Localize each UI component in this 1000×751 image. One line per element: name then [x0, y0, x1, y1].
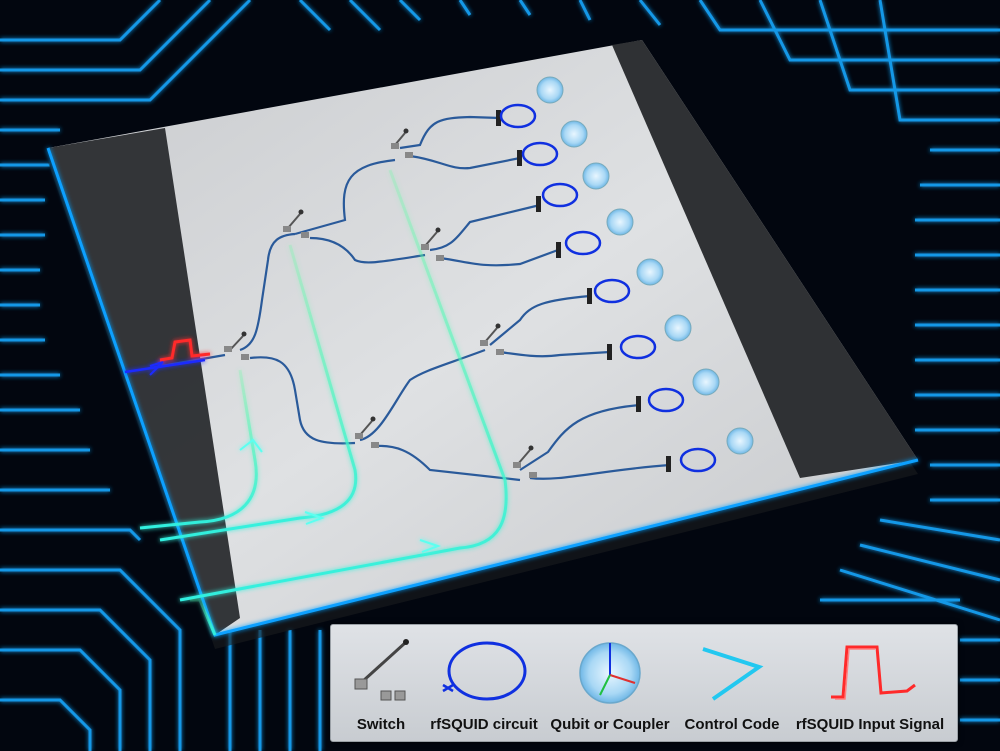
legend-item-qubit: Qubit or Coupler [545, 625, 675, 741]
legend-item-rfsquid: rfSQUID circuit [419, 625, 549, 741]
qubit-coupler-icon [579, 642, 641, 704]
qubit [664, 314, 692, 342]
control-code-icon [702, 647, 764, 701]
input-signal-icon [831, 645, 916, 700]
qubit [536, 76, 564, 104]
rfsquid-circuit-icon [442, 641, 527, 701]
qubit [582, 162, 610, 190]
qubit [606, 208, 634, 236]
legend-item-input: rfSQUID Input Signal [787, 625, 953, 741]
qubit [726, 427, 754, 455]
legend-label-qubit: Qubit or Coupler [550, 716, 670, 733]
qubit [560, 120, 588, 148]
legend-label-switch: Switch [356, 716, 406, 733]
qubit [692, 368, 720, 396]
legend-panel: Switch rfSQUID circuit Qubit or Coupler … [330, 624, 958, 742]
legend-item-control: Control Code [671, 625, 793, 741]
legend-label-input: rfSQUID Input Signal [795, 716, 945, 733]
legend-label-control: Control Code [684, 716, 780, 733]
switch-icon [354, 639, 409, 701]
qubit [636, 258, 664, 286]
legend-label-rfsquid: rfSQUID circuit [430, 716, 538, 733]
legend-item-switch: Switch [341, 625, 421, 741]
